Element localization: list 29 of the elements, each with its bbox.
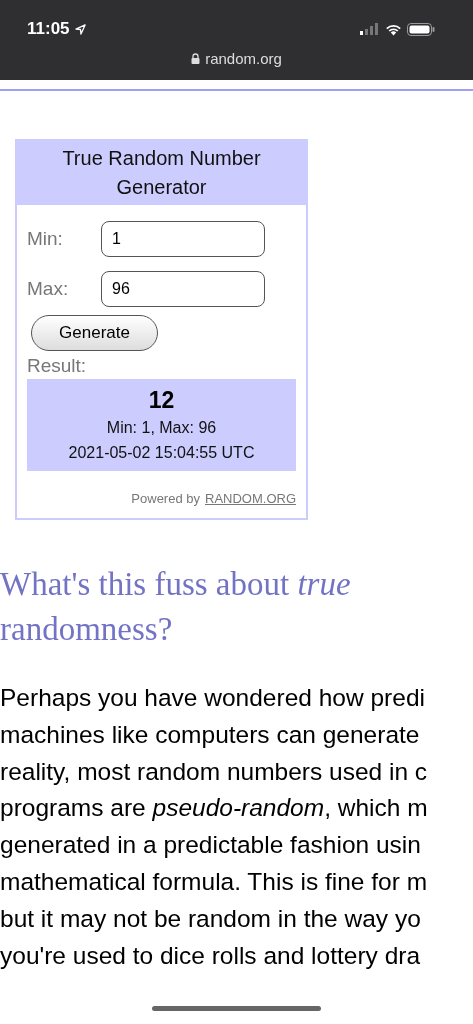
result-label: Result: (27, 355, 88, 377)
number-field[interactable]: 1 (101, 221, 265, 257)
result-number: 12 (148, 386, 175, 415)
paragraph-line: programs are pseudo-random, which m (0, 793, 429, 824)
paragraph-line: but it may not be random in the way yo (0, 903, 422, 934)
url-text: random.org (205, 50, 282, 67)
generate-button[interactable]: Generate (31, 315, 158, 351)
lock-icon (191, 53, 201, 64)
powered-by-text: Powered by (131, 491, 200, 506)
status-time: 11:05 (27, 19, 70, 39)
field-label: Max: (27, 278, 70, 300)
panel-title: True Random Number Generator (17, 141, 306, 205)
paragraph-line: machines like computers can generate (0, 719, 421, 750)
paragraph-line: mathematical formula. This is fine for m (0, 867, 429, 897)
paragraph-line: Perhaps you have wondered how predi (0, 683, 426, 713)
url-bar[interactable]: random.org (166, 50, 307, 67)
field-label: Min: (27, 228, 64, 250)
number-field[interactable]: 96 (101, 271, 265, 307)
location-arrow-icon (74, 23, 86, 35)
result-timestamp: 2021-05-02 15:04:55 UTC (68, 443, 255, 463)
battery-icon (407, 22, 435, 36)
result-range: Min: 1, Max: 96 (106, 418, 217, 438)
paragraph-line: generated in a predictable fashion usin (0, 830, 422, 861)
paragraph-line: reality, most random numbers used in c (0, 756, 429, 787)
wifi-icon (385, 22, 402, 36)
article-heading: What's this fuss about true randomness? (0, 565, 352, 649)
signal-icon (360, 23, 380, 35)
random-org-link[interactable]: RANDOM.ORG (205, 491, 296, 506)
paragraph-line: you're used to dice rolls and lottery dra (0, 940, 422, 971)
